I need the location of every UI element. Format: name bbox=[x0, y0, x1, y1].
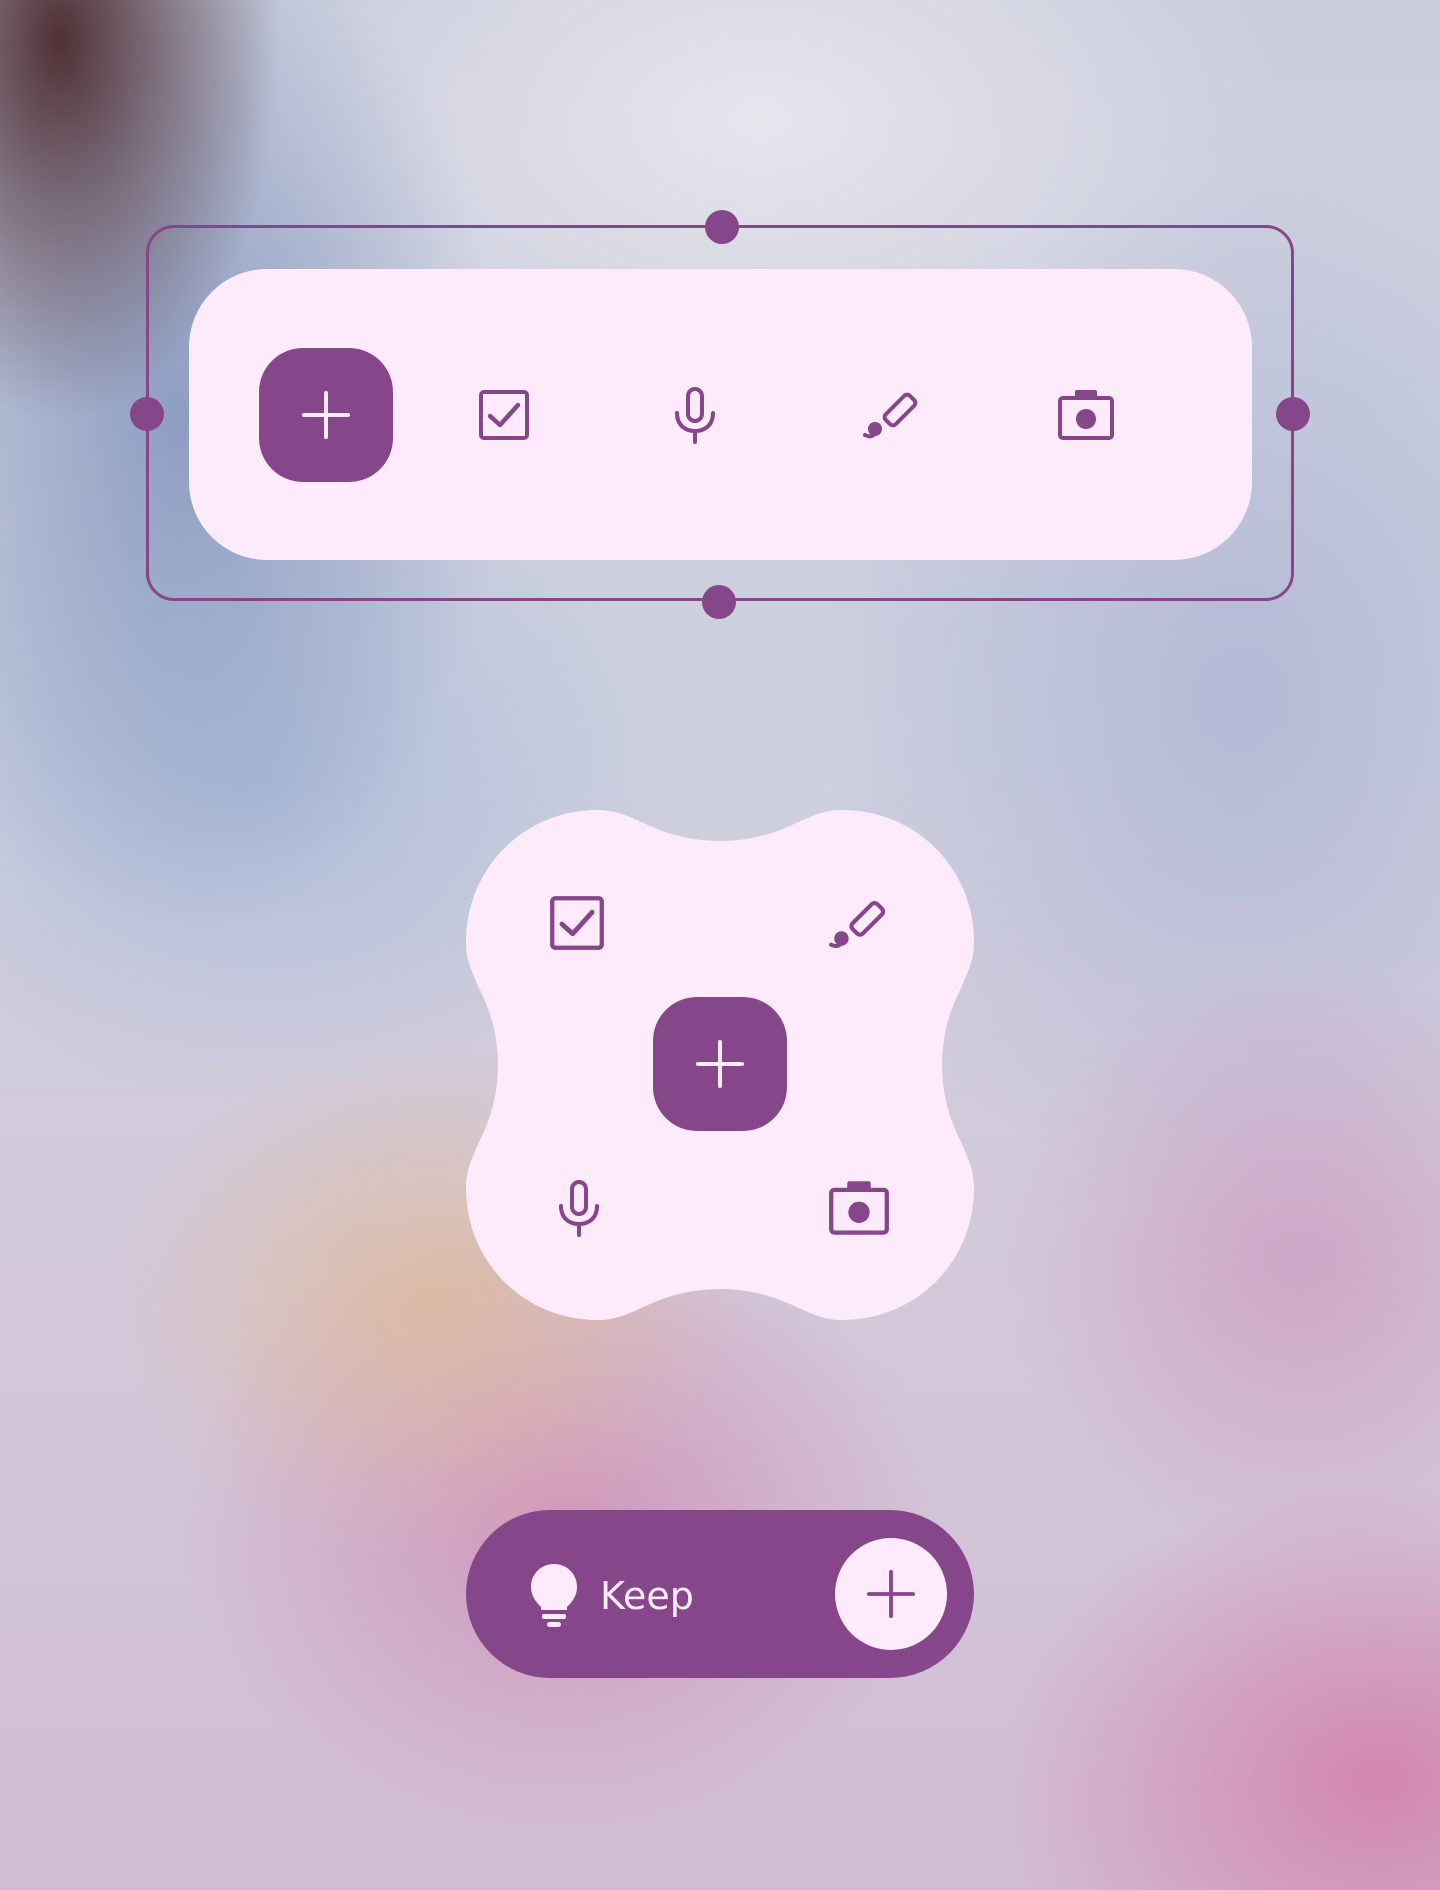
microphone-icon bbox=[559, 1180, 599, 1237]
cluster-new-audio-note-button[interactable] bbox=[546, 1174, 612, 1242]
resize-handle-top[interactable] bbox=[705, 210, 739, 244]
cluster-widget bbox=[466, 810, 974, 1320]
cluster-new-list-button[interactable] bbox=[546, 892, 608, 954]
resize-handle-right[interactable] bbox=[1276, 397, 1310, 431]
plus-icon bbox=[696, 1040, 744, 1088]
toolbar-widget bbox=[189, 269, 1252, 560]
new-photo-button[interactable] bbox=[1055, 385, 1117, 445]
lightbulb-icon bbox=[531, 1564, 577, 1627]
keep-add-button[interactable] bbox=[835, 1538, 947, 1650]
checkbox-icon bbox=[550, 896, 604, 950]
brush-icon bbox=[863, 392, 918, 439]
plus-icon bbox=[302, 391, 350, 439]
new-list-button[interactable] bbox=[474, 385, 534, 445]
camera-icon bbox=[1058, 390, 1114, 440]
camera-icon bbox=[829, 1181, 889, 1235]
cluster-new-photo-button[interactable] bbox=[826, 1176, 892, 1240]
cluster-new-drawing-button[interactable] bbox=[826, 890, 892, 956]
brush-icon bbox=[829, 900, 886, 949]
new-drawing-button[interactable] bbox=[859, 381, 925, 447]
new-audio-note-button[interactable] bbox=[662, 381, 728, 449]
plus-icon bbox=[866, 1569, 916, 1619]
microphone-icon bbox=[675, 387, 715, 444]
app-name-label: Keep bbox=[600, 1574, 694, 1618]
cluster-new-note-button[interactable] bbox=[653, 997, 787, 1131]
checkbox-icon bbox=[479, 390, 529, 440]
resize-handle-left[interactable] bbox=[130, 397, 164, 431]
new-note-button[interactable] bbox=[259, 348, 393, 482]
resize-handle-bottom[interactable] bbox=[702, 585, 736, 619]
